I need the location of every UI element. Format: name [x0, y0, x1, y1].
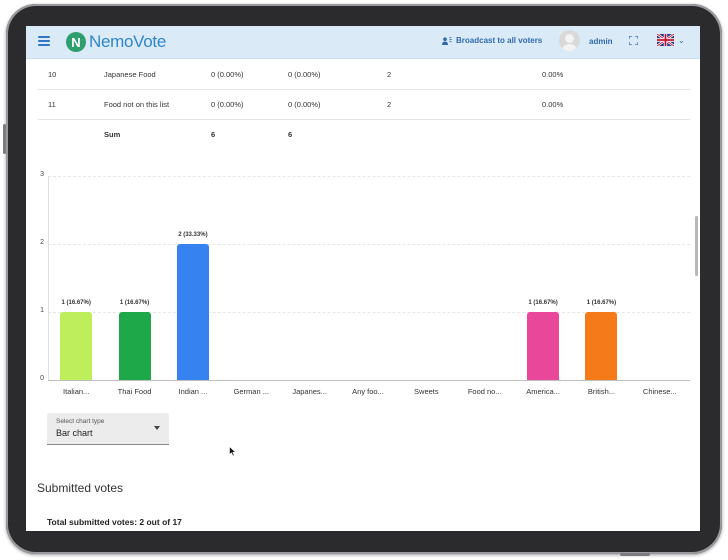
- row-count: 2: [387, 70, 392, 79]
- x-tick-label: Thai Food: [117, 387, 152, 396]
- broadcast-button[interactable]: Broadcast to all voters: [442, 36, 542, 45]
- total-submitted: Total submitted votes: 2 out of 17: [47, 517, 182, 527]
- logo[interactable]: N NemoVote: [66, 31, 166, 53]
- mouse-cursor-icon: [229, 446, 237, 457]
- bottom-button: [620, 553, 650, 556]
- x-tick-label: America...: [526, 387, 560, 396]
- section-title: Submitted votes: [37, 481, 124, 495]
- x-tick-label: Food no...: [467, 387, 502, 396]
- bar[interactable]: [60, 312, 93, 380]
- sum-b: 6: [288, 130, 293, 139]
- table-row: 11 Food not on this list 0 (0.00%) 0 (0.…: [38, 90, 690, 119]
- avatar[interactable]: [559, 30, 580, 51]
- y-tick-label: 2: [40, 239, 44, 246]
- data-label: 1 (16.67%): [61, 300, 91, 306]
- y-tick-label: 0: [40, 375, 44, 382]
- app-screen: N NemoVote Broadcast to all voters admin…: [26, 26, 700, 531]
- row-votes-a: 0 (0.00%): [211, 70, 244, 79]
- bar[interactable]: [585, 312, 618, 380]
- grid-line: [48, 176, 690, 177]
- app-bar: N NemoVote Broadcast to all voters admin…: [26, 26, 700, 59]
- chart-type-select[interactable]: Select chart type Bar chart: [47, 413, 169, 445]
- row-count: 2: [387, 100, 392, 109]
- x-tick-label: Indian ...: [178, 387, 208, 396]
- data-label: 1 (16.67%): [528, 300, 558, 306]
- chart-type-label: Select chart type: [56, 418, 105, 425]
- x-tick-label: Japanes...: [292, 387, 327, 396]
- x-tick-label: Sweets: [414, 387, 439, 396]
- y-tick-label: 3: [40, 171, 44, 178]
- user-name[interactable]: admin: [589, 37, 613, 46]
- broadcast-icon: [442, 36, 452, 45]
- bar[interactable]: [176, 244, 209, 380]
- x-tick-label: Chinese...: [642, 387, 677, 396]
- row-votes-b: 0 (0.00%): [288, 100, 321, 109]
- x-tick-label: Italian...: [63, 387, 90, 396]
- grid-line: [48, 244, 690, 245]
- fullscreen-icon[interactable]: [629, 36, 638, 45]
- row-index: 11: [48, 100, 56, 109]
- row-percent: 0.00%: [542, 70, 564, 79]
- menu-icon[interactable]: [38, 36, 50, 46]
- uk-flag-icon[interactable]: [657, 34, 674, 46]
- side-button: [3, 124, 6, 154]
- row-percent: 0.00%: [542, 100, 564, 109]
- data-label: 1 (16.67%): [119, 300, 150, 306]
- broadcast-label: Broadcast to all voters: [456, 36, 543, 45]
- table-row: 10 Japanese Food 0 (0.00%) 0 (0.00%) 2 0…: [38, 60, 690, 89]
- x-tick-label: Any foo...: [352, 387, 384, 396]
- sum-row: Sum 6 6: [38, 120, 690, 149]
- sum-label: Sum: [104, 130, 121, 139]
- bar[interactable]: [527, 312, 560, 380]
- sum-a: 6: [211, 130, 216, 139]
- row-option: Food not on this list: [104, 100, 170, 109]
- data-label: 2 (33.33%): [178, 232, 208, 238]
- row-votes-b: 0 (0.00%): [288, 70, 321, 79]
- bar-chart: 0 1 2 3 1 (16.67%) Italian... 1 (16.67%) Thai F…: [26, 166, 700, 406]
- logo-mark: N: [66, 32, 86, 52]
- x-axis-line: [48, 380, 690, 381]
- y-tick-label: 1: [40, 307, 44, 314]
- row-votes-a: 0 (0.00%): [211, 100, 244, 109]
- dropdown-arrow-icon: [154, 426, 160, 430]
- chart-type-value: Bar chart: [56, 428, 93, 438]
- chevron-down-icon[interactable]: ⌄: [678, 36, 685, 45]
- bar[interactable]: [118, 312, 151, 380]
- scrollbar[interactable]: [695, 216, 698, 276]
- row-option: Japanese Food: [104, 70, 156, 79]
- y-axis-line: [48, 176, 49, 380]
- data-label: 1 (16.67%): [586, 300, 617, 306]
- x-tick-label: British...: [587, 387, 615, 396]
- logo-text: NemoVote: [89, 32, 166, 51]
- row-index: 10: [48, 70, 57, 79]
- x-tick-label: German ...: [233, 387, 269, 396]
